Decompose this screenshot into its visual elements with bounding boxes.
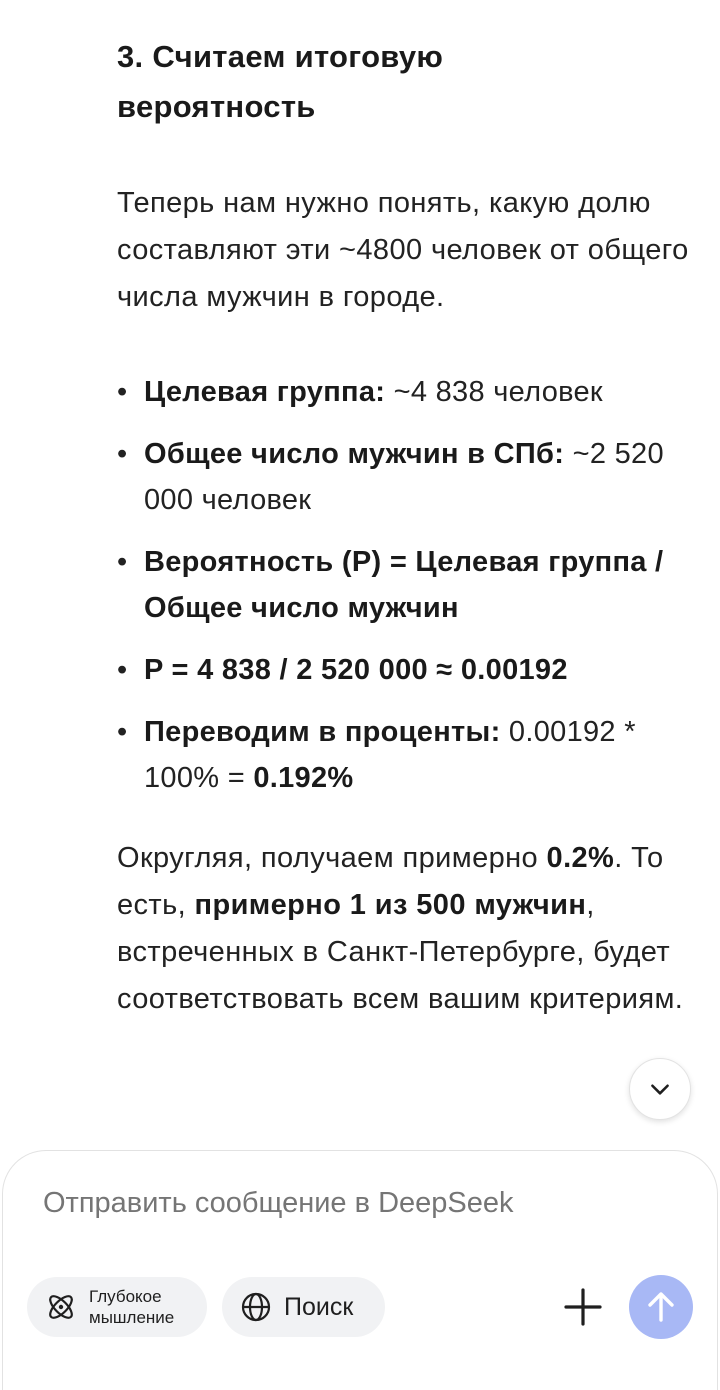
deep-thinking-button[interactable]: Глубокое мышление [27, 1277, 207, 1337]
list-item: Переводим в проценты: 0.00192 * 100% = 0… [117, 709, 697, 801]
arrow-up-icon [648, 1292, 674, 1322]
list-item: Вероятность (P) = Целевая группа / Общее… [117, 539, 697, 631]
heading-line-1: 3. Считаем итоговую [117, 39, 444, 74]
send-button[interactable] [629, 1275, 693, 1339]
bullet-list: Целевая группа: ~4 838 человек Общее чис… [117, 369, 697, 801]
bullet-label: Общее число мужчин в СПб: [144, 438, 565, 470]
conclusion-bold-1: 0.2% [546, 842, 615, 874]
conclusion-text-1: Округляя, получаем примерно [117, 842, 547, 874]
message-composer: Глубокое мышление Поиск [2, 1150, 718, 1390]
atom-icon [45, 1291, 77, 1323]
attach-button[interactable] [561, 1285, 605, 1329]
search-button[interactable]: Поиск [222, 1277, 385, 1337]
paragraph-intro: Теперь нам нужно понять, какую долю сост… [117, 187, 689, 313]
bullet-label: P = 4 838 / 2 520 000 ≈ 0.00192 [144, 654, 568, 686]
deep-thinking-label: Глубокое мышление [89, 1286, 174, 1328]
heading-line-2: вероятность [117, 89, 316, 124]
list-item: Общее число мужчин в СПб: ~2 520 000 чел… [117, 431, 697, 523]
deep-thinking-label-line-2: мышление [89, 1308, 175, 1327]
search-label: Поиск [284, 1292, 354, 1321]
list-item: P = 4 838 / 2 520 000 ≈ 0.00192 [117, 647, 697, 693]
bullet-label: Переводим в проценты: [144, 716, 501, 748]
bullet-label: Вероятность (P) = Целевая группа / Общее… [144, 546, 664, 624]
list-item: Целевая группа: ~4 838 человек [117, 369, 697, 415]
bullet-text: ~4 838 человек [385, 376, 603, 408]
bullet-label: Целевая группа: [144, 376, 386, 408]
plus-icon [564, 1288, 602, 1326]
bullet-result: 0.192% [253, 762, 354, 794]
globe-icon [240, 1291, 272, 1323]
scroll-down-button[interactable] [629, 1058, 691, 1120]
section-heading: 3. Считаем итоговую вероятность [117, 32, 697, 132]
deep-thinking-label-line-1: Глубокое [89, 1287, 162, 1306]
message-content: 3. Считаем итоговую вероятность Теперь н… [117, 32, 697, 1023]
chevron-down-icon [651, 1084, 669, 1095]
paragraph-conclusion: Округляя, получаем примерно 0.2%. То ест… [117, 835, 697, 1023]
conclusion-bold-2: примерно 1 из 500 мужчин [194, 889, 587, 921]
message-input[interactable] [43, 1187, 643, 1220]
